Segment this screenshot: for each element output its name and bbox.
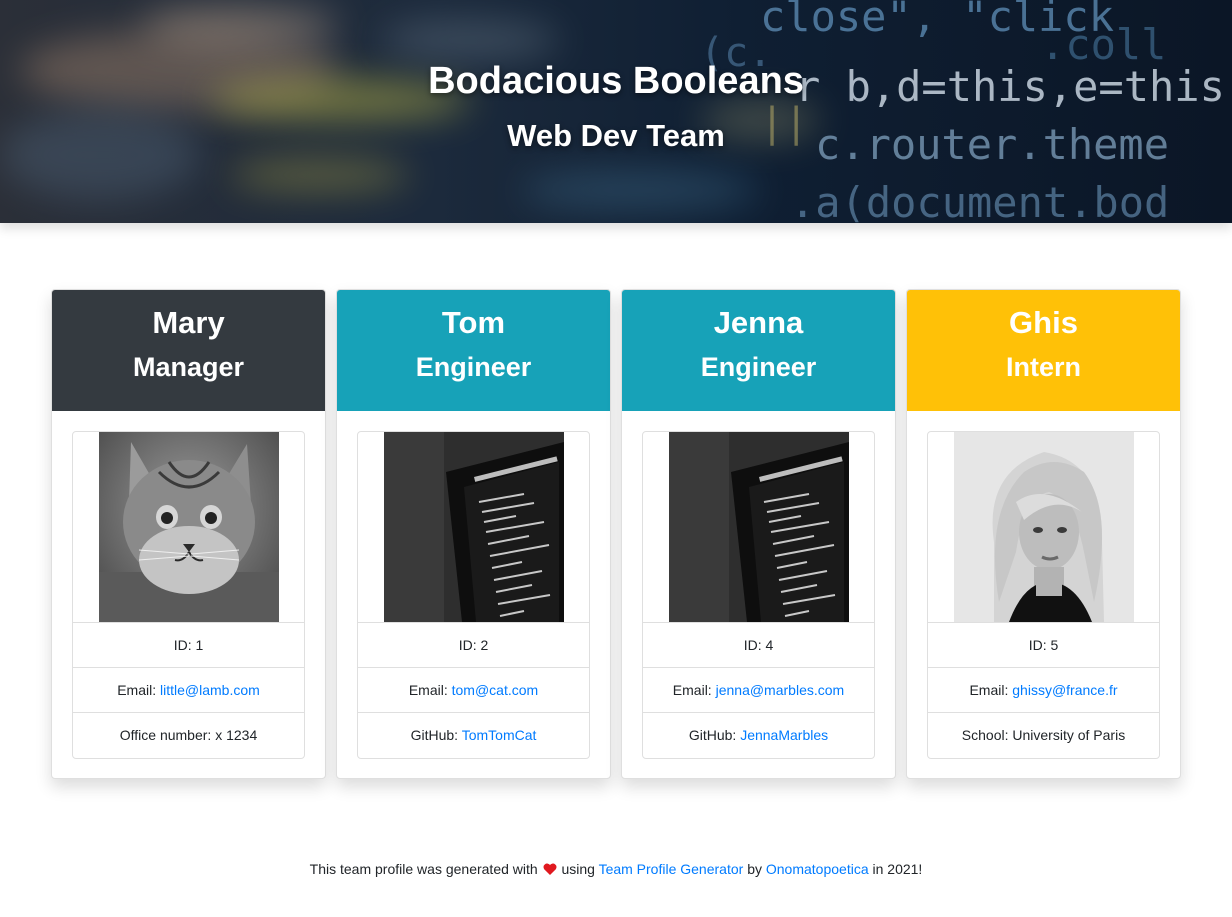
email-link[interactable]: tom@cat.com <box>452 682 539 698</box>
email-label: Email: <box>117 682 160 698</box>
page-title: Bodacious Booleans <box>428 60 804 102</box>
member-school: School: University of Paris <box>961 727 1126 743</box>
github-link[interactable]: TomTomCat <box>462 727 537 743</box>
member-id: ID: 2 <box>358 623 589 668</box>
member-info-list: ID: 2 Email: tom@cat.com GitHub: TomTomC… <box>357 431 590 759</box>
hero-background-image: close", "click .coll r b,d=this,e=this c… <box>0 0 1232 223</box>
member-role: Intern <box>1005 352 1081 382</box>
member-name: Mary <box>152 305 225 340</box>
member-card: Tom Engineer ID: 2 Email: tom@cat.com Gi… <box>336 289 611 779</box>
card-header: Tom Engineer <box>337 290 610 411</box>
github-link[interactable]: JennaMarbles <box>740 727 828 743</box>
member-email: Email: little@lamb.com <box>73 668 304 713</box>
card-header: Mary Manager <box>52 290 325 411</box>
member-info-list: ID: 4 Email: jenna@marbles.com GitHub: J… <box>642 431 875 759</box>
heart-icon <box>542 861 558 877</box>
member-card: Mary Manager ID: 1 Email: little@lamb.co… <box>51 289 326 779</box>
member-name: Jenna <box>713 305 804 340</box>
card-header: Ghis Intern <box>907 290 1180 411</box>
email-label: Email: <box>672 682 716 698</box>
monitor-code-photo <box>383 432 564 622</box>
member-info-list: ID: 5 Email: ghissy@france.fr School: Un… <box>927 431 1160 759</box>
page-subtitle: Web Dev Team <box>507 118 725 153</box>
monitor-code-photo <box>668 432 849 622</box>
author-link[interactable]: Onomatopoetica <box>766 861 869 877</box>
member-role: Engineer <box>700 352 817 382</box>
member-role: Engineer <box>415 352 532 382</box>
email-link[interactable]: jenna@marbles.com <box>716 682 845 698</box>
footer-suffix: in 2021! <box>872 861 923 877</box>
footer-using: using <box>561 861 595 877</box>
footer-prefix: This team profile was generated with <box>309 861 538 877</box>
member-github: GitHub: JennaMarbles <box>643 713 874 758</box>
cat-photo <box>98 432 279 622</box>
member-email: Email: jenna@marbles.com <box>643 668 874 713</box>
member-github: GitHub: TomTomCat <box>358 713 589 758</box>
member-office-number: Office number: x 1234 <box>119 727 258 743</box>
member-id: ID: 5 <box>928 623 1159 668</box>
email-link[interactable]: little@lamb.com <box>160 682 260 698</box>
member-email: Email: ghissy@france.fr <box>928 668 1159 713</box>
card-header: Jenna Engineer <box>622 290 895 411</box>
footer-by: by <box>747 861 762 877</box>
github-label: GitHub: <box>410 727 462 743</box>
footer: This team profile was generated with usi… <box>0 861 1232 877</box>
member-card: Ghis Intern ID: 5 Email: ghissy@france.f… <box>906 289 1181 779</box>
code-snippet: .a(document.bod <box>790 178 1170 223</box>
email-label: Email: <box>408 682 452 698</box>
app-link[interactable]: Team Profile Generator <box>599 861 744 877</box>
woman-portrait-photo <box>953 432 1134 622</box>
member-id: ID: 1 <box>73 623 304 668</box>
hero-header: close", "click .coll r b,d=this,e=this c… <box>0 0 1232 223</box>
github-label: GitHub: <box>688 727 741 743</box>
member-name: Tom <box>441 305 506 340</box>
member-name: Ghis <box>1009 305 1078 340</box>
member-card: Jenna Engineer ID: 4 Email: jenna@marble… <box>621 289 896 779</box>
member-email: Email: tom@cat.com <box>358 668 589 713</box>
member-id: ID: 4 <box>643 623 874 668</box>
email-label: Email: <box>969 682 1013 698</box>
member-role: Manager <box>132 352 245 382</box>
email-link[interactable]: ghissy@france.fr <box>1012 682 1117 698</box>
team-cards: Mary Manager ID: 1 Email: little@lamb.co… <box>51 289 1181 779</box>
member-info-list: ID: 1 Email: little@lamb.com Office numb… <box>72 431 305 759</box>
